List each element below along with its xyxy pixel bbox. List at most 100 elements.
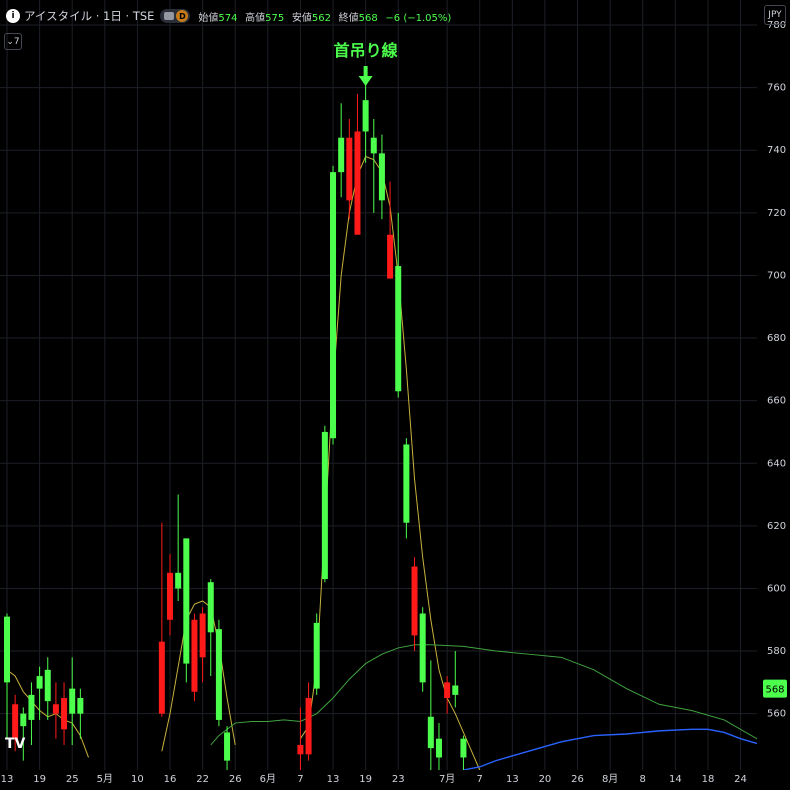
candle-body	[199, 613, 206, 658]
x-tick-label: 13	[327, 774, 340, 785]
candle-body	[305, 698, 312, 755]
candle-body	[346, 137, 353, 201]
candle-body	[52, 704, 59, 714]
y-tick-label: 680	[767, 333, 786, 344]
candle-body	[330, 172, 337, 439]
candle-body	[224, 732, 231, 761]
low-label: 安値	[291, 12, 312, 24]
candle-body	[36, 676, 43, 689]
x-tick-label: 5月	[97, 773, 113, 785]
candle-body	[69, 688, 76, 714]
x-tick-label: 8	[640, 774, 646, 785]
x-tick-label: 16	[164, 774, 177, 785]
x-tick-label: 18	[702, 774, 715, 785]
candle-body	[370, 137, 377, 154]
x-tick-label: 7月	[439, 773, 455, 785]
symbol-title[interactable]: アイスタイル · 1日 · TSE	[24, 8, 154, 24]
y-tick-label: 700	[767, 270, 786, 281]
candlestick-chart: 560580600620640660680700720740760780568 …	[0, 0, 790, 790]
indicator-count: 7	[13, 36, 20, 47]
candle-body	[460, 738, 467, 758]
company-logo-icon: i	[6, 9, 20, 23]
candle-body	[378, 153, 385, 201]
x-tick-label: 14	[669, 774, 682, 785]
candle-body	[28, 694, 35, 720]
y-tick-label: 660	[767, 396, 786, 407]
low-value: 562	[311, 12, 332, 24]
chevron-down-icon: ⌄	[6, 36, 14, 47]
x-tick-label: 20	[539, 774, 552, 785]
change-value: −6 (−1.05%)	[385, 12, 452, 24]
candle-body	[167, 572, 174, 620]
candle-body	[183, 538, 190, 664]
candle-body	[158, 641, 165, 714]
ma-long-line	[463, 728, 766, 771]
x-tick-label: 26	[229, 774, 242, 785]
candle-body	[452, 685, 459, 695]
annotation-arrow-icon	[358, 76, 373, 86]
grid-lines	[0, 0, 757, 770]
status-pill[interactable]: D	[160, 9, 191, 23]
last-price-label: 568	[765, 685, 784, 696]
y-tick-label: 600	[767, 583, 786, 594]
x-tick-label: 7	[477, 774, 483, 785]
currency-button[interactable]: JPY	[764, 5, 786, 25]
ohlc-readout: 始値574 高値575 安値562 終値568 −6 (−1.05%)	[198, 9, 455, 24]
candle-body	[354, 131, 361, 235]
candle-body	[435, 738, 442, 758]
candle-body	[419, 613, 426, 683]
high-label: 高値	[245, 12, 266, 24]
candle-body	[77, 698, 84, 714]
candle-body	[297, 744, 304, 755]
x-tick-label: 8月	[602, 773, 618, 785]
ma-short-line	[161, 600, 236, 752]
candle-body	[427, 716, 434, 749]
x-tick-label: 22	[196, 774, 209, 785]
chart-header: i アイスタイル · 1日 · TSE D 始値574 高値575 安値562 …	[0, 4, 455, 28]
candle-body	[411, 566, 418, 636]
y-tick-label: 740	[767, 145, 786, 156]
x-tick-label: 19	[33, 774, 46, 785]
x-tick-label: 26	[571, 774, 584, 785]
candle-body	[12, 704, 19, 739]
candle-body	[4, 616, 10, 683]
y-tick-label: 620	[767, 521, 786, 532]
candle-body	[313, 622, 320, 689]
dividend-badge-icon: D	[176, 10, 189, 22]
open-label: 始値	[198, 12, 219, 24]
tradingview-logo-icon: TV	[5, 736, 26, 752]
annotation-arrow-shaft	[363, 66, 368, 76]
candle-body	[403, 444, 410, 523]
x-tick-label: 24	[734, 774, 747, 785]
x-tick-label: 13	[506, 774, 519, 785]
candle-body	[321, 431, 328, 580]
x-tick-label: 23	[392, 774, 405, 785]
candle-body	[20, 713, 27, 727]
x-tick-label: 13	[1, 774, 14, 785]
close-value: 568	[358, 12, 378, 24]
close-label: 終値	[338, 12, 359, 24]
x-tick-label: 7	[297, 774, 303, 785]
x-tick-label: 10	[131, 774, 144, 785]
candle-body	[215, 629, 222, 720]
candle-body	[444, 682, 451, 699]
candle-body	[395, 266, 402, 392]
y-tick-label: 720	[767, 208, 786, 219]
candle-body	[362, 100, 369, 132]
candle-body	[338, 137, 345, 173]
y-tick-label: 560	[767, 709, 786, 720]
high-value: 575	[265, 12, 285, 24]
annotation-label: 首吊り線	[334, 41, 398, 60]
x-tick-label: 25	[66, 774, 79, 785]
candle-body	[387, 234, 394, 279]
market-status-icon	[164, 12, 175, 20]
candle-body	[44, 669, 51, 702]
ma-mid-line	[210, 644, 766, 752]
candle-body	[175, 572, 182, 589]
open-value: 574	[218, 12, 238, 24]
y-tick-label: 580	[767, 646, 786, 657]
indicator-collapse-button[interactable]: ⌄ 7	[4, 33, 22, 50]
candle-body	[191, 619, 198, 692]
x-tick-label: 6月	[260, 773, 276, 785]
candle-body	[207, 582, 214, 633]
